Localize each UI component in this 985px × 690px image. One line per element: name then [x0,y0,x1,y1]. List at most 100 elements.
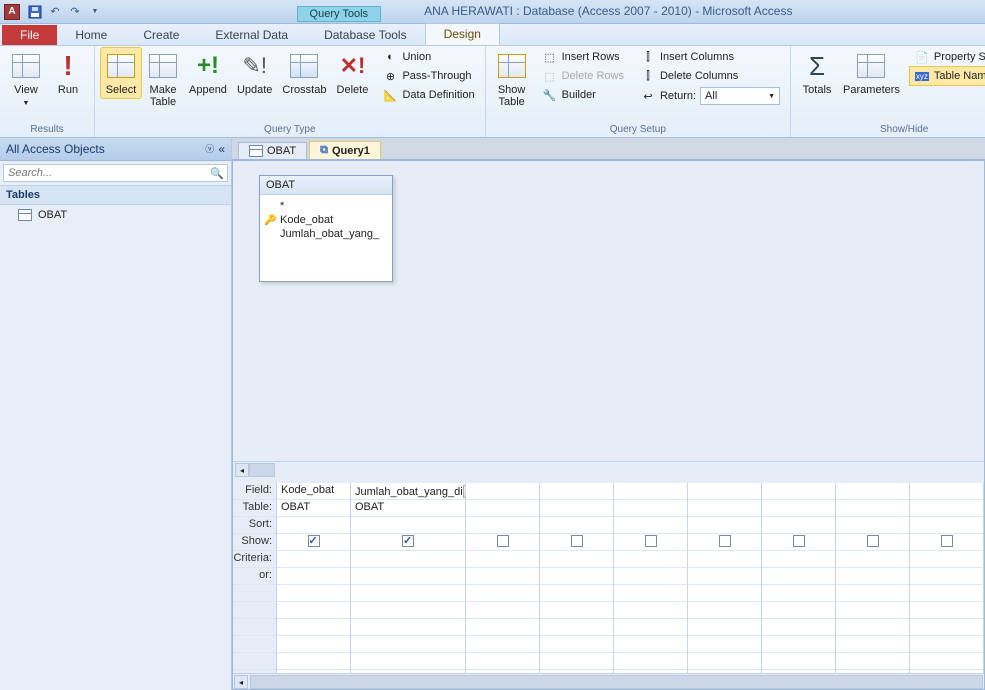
data-definition-button[interactable]: 📐Data Definition [378,86,478,104]
cell-blank[interactable] [762,568,835,585]
cell-criteria[interactable] [466,568,539,585]
cell-blank[interactable] [836,483,909,500]
cell-criteria[interactable] [277,568,350,585]
cell-field[interactable] [466,483,539,500]
qat-dropdown-icon[interactable]: ▼ [86,3,104,21]
nav-collapse-icon[interactable]: « [218,142,225,156]
cell-blank[interactable] [836,517,909,534]
property-sheet-button[interactable]: 📄Property Sheet [910,48,985,66]
cell-criteria[interactable] [614,619,687,636]
cell-table[interactable] [614,500,687,517]
hscroll-upper[interactable]: ◂ [235,463,275,477]
cell-blank[interactable] [836,551,909,568]
cell-field[interactable]: Kode_obat [277,483,350,500]
cell-criteria[interactable] [688,653,761,670]
hscroll-lower[interactable]: ◂ [233,673,984,689]
cell-sort[interactable] [614,517,687,534]
cell-sort[interactable] [540,517,613,534]
cell-blank[interactable] [762,602,835,619]
nav-group-tables[interactable]: Tables [0,185,231,205]
cell-criteria[interactable] [466,551,539,568]
cell-criteria[interactable] [277,636,350,653]
tab-create[interactable]: Create [125,25,197,45]
cell-criteria[interactable] [466,653,539,670]
show-checkbox[interactable] [308,535,320,547]
cell-criteria[interactable] [351,602,465,619]
undo-icon[interactable]: ↶ [46,3,64,21]
show-table-button[interactable]: Show Table [492,48,532,110]
cell-criteria[interactable] [688,636,761,653]
cell-criteria[interactable] [614,636,687,653]
show-checkbox[interactable] [719,535,731,547]
insert-rows-button[interactable]: ⬚Insert Rows [538,48,628,66]
cell-table[interactable]: OBAT [277,500,350,517]
cell-criteria[interactable] [614,568,687,585]
delete-button[interactable]: ✕! Delete [332,48,372,98]
cell-sort[interactable] [351,517,465,534]
nav-header[interactable]: All Access Objects ⓥ« [0,138,231,161]
totals-button[interactable]: Σ Totals [797,48,837,98]
cell-show[interactable] [688,534,761,551]
cell-blank[interactable] [836,619,909,636]
cell-blank[interactable] [762,551,835,568]
tab-external-data[interactable]: External Data [197,25,306,45]
cell-criteria[interactable] [614,602,687,619]
field-jumlah-obat[interactable]: Jumlah_obat_yang_ [262,227,390,241]
nav-item-obat[interactable]: OBAT [0,205,231,225]
cell-criteria[interactable] [688,551,761,568]
cell-field[interactable]: Jumlah_obat_yang_di▼ [351,483,465,500]
tab-database-tools[interactable]: Database Tools [306,25,425,45]
cell-blank[interactable] [836,636,909,653]
cell-show[interactable] [614,534,687,551]
field-kode-obat[interactable]: 🔑Kode_obat [262,213,390,227]
cell-table[interactable] [540,500,613,517]
cell-show[interactable] [540,534,613,551]
dropdown-icon[interactable]: ▼ [463,485,465,498]
cell-criteria[interactable] [540,602,613,619]
view-button[interactable]: View▼ [6,48,46,110]
run-button[interactable]: ! Run [48,48,88,98]
doc-tab-obat[interactable]: OBAT [238,142,307,159]
cell-field[interactable] [688,483,761,500]
cell-show[interactable] [277,534,350,551]
cell-blank[interactable] [910,483,983,500]
cell-blank[interactable] [910,636,983,653]
cell-blank[interactable] [836,568,909,585]
cell-criteria[interactable] [614,653,687,670]
cell-blank[interactable] [762,619,835,636]
cell-criteria[interactable] [466,585,539,602]
cell-criteria[interactable] [614,551,687,568]
select-button[interactable]: Select [101,48,141,98]
cell-blank[interactable] [910,551,983,568]
cell-criteria[interactable] [277,619,350,636]
cell-blank[interactable] [910,585,983,602]
cell-criteria[interactable] [540,619,613,636]
insert-columns-button[interactable]: ⫿Insert Columns [636,48,784,66]
cell-criteria[interactable] [351,585,465,602]
cell-blank[interactable] [836,602,909,619]
cell-criteria[interactable] [688,585,761,602]
cell-blank[interactable] [762,636,835,653]
cell-blank[interactable] [910,517,983,534]
cell-blank[interactable] [910,602,983,619]
save-icon[interactable] [26,3,44,21]
return-select[interactable]: All▼ [700,87,780,105]
cell-criteria[interactable] [351,619,465,636]
show-checkbox[interactable] [497,535,509,547]
cell-criteria[interactable] [614,585,687,602]
cell-sort[interactable] [688,517,761,534]
cell-blank[interactable] [762,585,835,602]
nav-filter-dropdown-icon[interactable]: ⓥ [205,142,214,156]
cell-blank[interactable] [836,500,909,517]
tab-home[interactable]: Home [57,25,125,45]
search-input[interactable] [4,165,207,181]
search-icon[interactable]: 🔍 [207,165,227,181]
crosstab-button[interactable]: Crosstab [278,48,330,98]
cell-show[interactable] [466,534,539,551]
cell-table[interactable]: OBAT [351,500,465,517]
show-checkbox[interactable] [645,535,657,547]
cell-sort[interactable] [466,517,539,534]
cell-criteria[interactable] [688,602,761,619]
doc-tab-query1[interactable]: ⧉Query1 [309,141,381,159]
cell-criteria[interactable] [351,568,465,585]
